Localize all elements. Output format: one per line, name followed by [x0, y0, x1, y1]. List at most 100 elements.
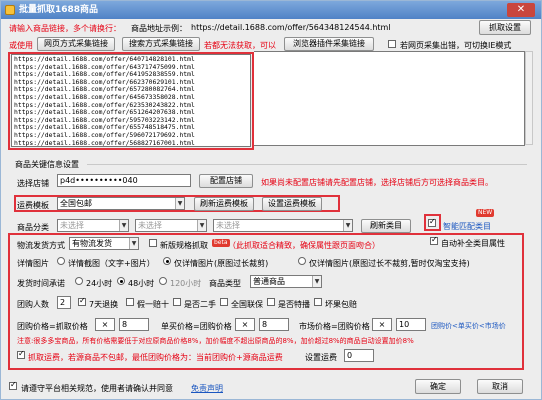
- key-info-title: 商品关键信息设置: [15, 160, 79, 169]
- returns-label: 7天退换: [89, 300, 119, 309]
- ship-24h-radio[interactable]: [75, 277, 83, 285]
- goods-type-select[interactable]: 普通商品 ▼: [250, 275, 322, 288]
- category-select-1[interactable]: 未选择 ▼: [57, 219, 129, 232]
- ship-method-select[interactable]: 有物流发货 ▼: [69, 237, 139, 250]
- url-textarea[interactable]: https://detail.1688.com/offer/6407148281…: [11, 54, 251, 147]
- group-price-op-select[interactable]: ×: [95, 318, 115, 331]
- ship-method-label: 物流发货方式: [17, 241, 65, 250]
- detail-opt3-label: 仅详情图片(原图过长不裁剪,暂时仅淘宝支持): [309, 259, 470, 268]
- national-warranty-checkbox[interactable]: [220, 298, 228, 306]
- shop-select-value: p4d••••••••••040: [60, 176, 138, 185]
- new-spec-label: 新版规格抓取: [160, 241, 208, 250]
- ship-120h-radio[interactable]: [159, 277, 167, 285]
- second-hand-checkbox[interactable]: [173, 298, 181, 306]
- chevron-down-icon: ▼: [343, 220, 352, 231]
- example-label: 商品地址示例：: [131, 24, 187, 33]
- detail-opt1-radio[interactable]: [57, 257, 65, 265]
- chevron-down-icon: ▼: [197, 220, 206, 231]
- refresh-template-button[interactable]: 刷新运费模板: [194, 197, 254, 211]
- agree-checkbox[interactable]: [9, 380, 17, 390]
- price-rule-hint: 团购价<单买价<市场价: [431, 322, 506, 330]
- refresh-category-button[interactable]: 刷新类目: [361, 219, 411, 233]
- smart-match-checkbox[interactable]: [428, 217, 436, 227]
- price-warning: 注意:很多多宝商品，所有价格需要低于对应原商品价格8%，加价幅度不超出原商品的8…: [17, 337, 414, 345]
- url-textarea-extension[interactable]: [254, 51, 525, 146]
- new-spec-checkbox[interactable]: [149, 239, 157, 247]
- returns-checkbox[interactable]: [78, 296, 86, 306]
- category-label: 商品分类: [17, 223, 49, 232]
- set-shipping-value: 0: [347, 351, 353, 360]
- cancel-button[interactable]: 取消: [477, 379, 523, 394]
- input-hint: 请输入商品链接，多个请换行：: [9, 24, 121, 33]
- title-bar: 批量抓取1688商品 ✕: [1, 1, 541, 19]
- url-scrollbar[interactable]: [525, 51, 533, 145]
- app-icon: [5, 5, 15, 15]
- smart-match-label: 智能匹配类目: [443, 222, 491, 231]
- url-line: https://detail.1688.com/offer/5688271670…: [14, 138, 195, 147]
- ok-button[interactable]: 确定: [415, 379, 461, 394]
- group-price-op: ×: [101, 320, 109, 329]
- auto-fill-checkbox[interactable]: [430, 235, 438, 245]
- include-shipping-checkbox[interactable]: [17, 349, 25, 359]
- fetch-settings-button[interactable]: 抓取设置: [479, 20, 531, 35]
- group-price-label: 团购价格=抓取价格: [17, 322, 88, 331]
- market-price-input[interactable]: 10: [396, 318, 426, 331]
- single-price-op: ×: [241, 320, 249, 329]
- chevron-down-icon: ▼: [129, 238, 138, 249]
- market-price-op-select[interactable]: ×: [372, 318, 392, 331]
- detail-images-label: 详情图片: [17, 259, 49, 268]
- ship-48h-label: 48小时: [128, 279, 155, 288]
- config-shop-button[interactable]: 配置店铺: [199, 174, 253, 188]
- detail-opt2-radio[interactable]: [163, 257, 171, 265]
- or-use-label: 或使用: [9, 41, 33, 50]
- example-url: https://detail.1688.com/offer/5643481245…: [191, 23, 391, 32]
- group-price-value: 8: [122, 320, 128, 329]
- ie-mode-label: 若网页采集出错，可切换IE模式: [400, 41, 512, 50]
- detail-opt2-label: 仅详情图片(原图过长裁剪): [174, 259, 269, 268]
- disclaimer-link[interactable]: 免责声明: [191, 383, 223, 394]
- single-price-label: 单买价格=团购价格: [161, 322, 232, 331]
- shop-select[interactable]: p4d••••••••••040: [57, 174, 191, 187]
- agree-label: 请遵守平台相关规范，使用者请确认并同意: [21, 384, 173, 393]
- ship-24h-label: 24小时: [86, 279, 113, 288]
- close-button[interactable]: ✕: [507, 3, 535, 17]
- broken-fruit-label: 坏果包赔: [325, 300, 357, 309]
- shipping-template-value: 全国包邮: [60, 199, 92, 208]
- new-spec-hint: （此抓取适合精致，确保属性跟页面吻合）: [228, 241, 380, 250]
- category-select-3[interactable]: 未选择 ▼: [213, 219, 353, 232]
- detail-opt3-radio[interactable]: [298, 257, 306, 265]
- set-shipping-input[interactable]: 0: [344, 349, 374, 362]
- ship-48h-radio[interactable]: [117, 277, 125, 285]
- fake-pay-label: 假一赔十: [137, 300, 169, 309]
- category-select-2[interactable]: 未选择 ▼: [135, 219, 207, 232]
- new-badge: NEW: [476, 209, 495, 217]
- group-count-input[interactable]: 2: [57, 296, 71, 309]
- broken-fruit-checkbox[interactable]: [314, 298, 322, 306]
- market-price-label: 市场价格=团购价格: [299, 322, 370, 331]
- single-price-op-select[interactable]: ×: [235, 318, 255, 331]
- ship-method-value: 有物流发货: [72, 239, 112, 248]
- web-collect-button[interactable]: 网页方式采集链接: [37, 37, 115, 51]
- category-select-3-value: 未选择: [216, 221, 240, 230]
- search-collect-button[interactable]: 搜索方式采集链接: [122, 37, 200, 51]
- plugin-collect-button[interactable]: 浏览器插件采集链接: [284, 37, 374, 51]
- detail-opt1-label: 详情截图（文字+图片）: [68, 259, 155, 268]
- fake-pay-checkbox[interactable]: [126, 298, 134, 306]
- set-template-button[interactable]: 设置运费模板: [262, 197, 322, 211]
- single-price-input[interactable]: 8: [259, 318, 289, 331]
- goods-type-label: 商品类型: [209, 279, 241, 288]
- presale-checkbox[interactable]: [267, 298, 275, 306]
- batch-fetch-dialog: 批量抓取1688商品 ✕ 请输入商品链接，多个请换行： 商品地址示例： http…: [0, 0, 542, 400]
- shipping-template-select[interactable]: 全国包邮 ▼: [57, 197, 185, 210]
- ship-time-label: 发货时间承诺: [17, 279, 65, 288]
- include-shipping-label: 抓取运费，若源商品不包邮，最低团购价格为：当前团购价+源商品运费: [28, 353, 283, 362]
- ship-120h-label: 120小时: [170, 279, 202, 288]
- beta-badge: beta: [212, 239, 230, 247]
- ie-mode-checkbox[interactable]: [388, 40, 396, 48]
- window-title: 批量抓取1688商品: [19, 5, 99, 15]
- set-shipping-label: 设置运费: [305, 353, 337, 362]
- group-price-input[interactable]: 8: [119, 318, 149, 331]
- category-select-1-value: 未选择: [60, 221, 84, 230]
- shop-hint: 如果尚未配置店铺请先配置店铺，选择店铺后方可选择商品类目。: [261, 178, 493, 187]
- second-hand-label: 是否二手: [184, 300, 216, 309]
